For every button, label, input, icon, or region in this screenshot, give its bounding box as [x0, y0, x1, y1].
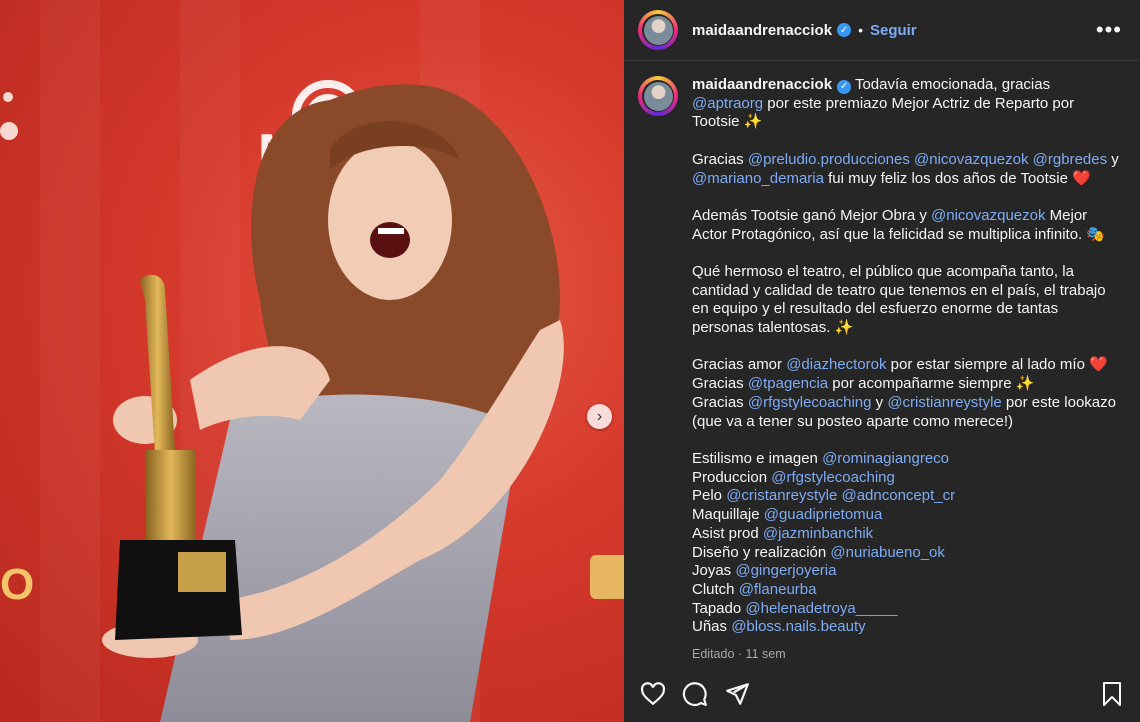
bookmark-icon[interactable]: [1100, 681, 1124, 707]
edited-label: Editado: [692, 647, 735, 662]
mention-link[interactable]: @rfgstylecoaching: [748, 394, 872, 411]
photo-subject: [102, 84, 564, 722]
avatar[interactable]: [638, 10, 678, 50]
caption-paragraph: Además Tootsie ganó Mejor Obra y @nicova…: [692, 207, 1122, 244]
separator-dot: •: [858, 22, 863, 38]
post-header: maidaandrenacciok ✓ • Seguir •••: [624, 0, 1140, 61]
caption-segment: Maquillaje: [692, 506, 764, 524]
mention-link[interactable]: @flaneurba: [739, 581, 817, 598]
mention-link[interactable]: @bloss.nails.beauty: [731, 618, 865, 635]
avatar-ring-inner: [642, 14, 674, 46]
mention-link[interactable]: @helenadetroya_____: [745, 600, 897, 617]
follow-button[interactable]: Seguir: [870, 22, 917, 39]
caption-segment: Asist prod: [692, 524, 763, 542]
mention-link[interactable]: @rgbredes: [1033, 151, 1107, 168]
caption-segment: Gracias amor: [692, 356, 787, 374]
caption-segment: Diseño y realización: [692, 543, 831, 561]
instagram-post: Ma O: [0, 0, 1140, 722]
avatar-image: [643, 15, 673, 45]
caption-text: maidaandrenacciok ✓ Todavía emocionada, g…: [692, 76, 1122, 664]
mention-link[interactable]: @nuriabueno_ok: [830, 544, 944, 561]
caption-row: maidaandrenacciok ✓ Todavía emocionada, g…: [638, 76, 1126, 664]
caption-section: maidaandrenacciok ✓ Todavía emocionada, g…: [638, 76, 1126, 664]
avatar-ring-inner: [642, 80, 674, 112]
comment-icon[interactable]: [682, 681, 708, 707]
caption-segment: Qué hermoso el teatro, el público que ac…: [692, 262, 1106, 337]
caption-segment: Uñas: [692, 618, 732, 636]
caption-body: maidaandrenacciok ✓ Todavía emocionada, g…: [692, 76, 1122, 637]
mention-link[interactable]: @cristianreystyle: [887, 394, 1001, 411]
caption-paragraph: maidaandrenacciok ✓ Todavía emocionada, g…: [692, 76, 1122, 132]
mention-link[interactable]: @aptraorg: [692, 95, 763, 112]
mention-link[interactable]: @cristanreystyle: [726, 487, 837, 504]
mention-link[interactable]: @mariano_demaria: [692, 170, 824, 187]
mention-link[interactable]: @rfgstylecoaching: [771, 469, 895, 486]
mention-link[interactable]: @nicovazquezok: [914, 151, 1028, 168]
post-meta: Editado · 11 sem: [692, 645, 1122, 664]
caption-segment: fui muy feliz los dos años de Tootsie ❤️: [823, 169, 1091, 187]
caption-segment: y: [871, 393, 888, 411]
post-time[interactable]: 11 sem: [746, 647, 786, 661]
mention-link[interactable]: @preludio.producciones: [748, 151, 910, 168]
verified-badge-icon: ✓: [837, 80, 852, 95]
caption-segment: Clutch: [692, 580, 739, 598]
caption-segment: Estilismo e imagen: [692, 449, 823, 467]
meta-separator: ·: [737, 647, 743, 662]
caption-segment: Gracias: [692, 393, 748, 411]
caption-segment: Gracias: [692, 150, 748, 168]
mention-link[interactable]: @jazminbanchik: [763, 525, 873, 542]
heart-icon[interactable]: [640, 681, 666, 707]
mention-link[interactable]: @tpagencia: [748, 375, 828, 392]
caption-username[interactable]: maidaandrenacciok: [692, 76, 832, 93]
mention-link[interactable]: @adnconcept_cr: [841, 487, 955, 504]
caption-segment: y: [1107, 150, 1119, 168]
caption-avatar[interactable]: [638, 76, 678, 116]
mention-link[interactable]: @gingerjoyeria: [735, 562, 836, 579]
mention-link[interactable]: @diazhectorok: [786, 356, 886, 373]
caption-paragraph: Gracias amor @diazhectorok por estar sie…: [692, 356, 1122, 431]
caption-segment: Tapado: [692, 599, 746, 617]
mention-link[interactable]: @rominagiangreco: [822, 450, 949, 467]
mention-link[interactable]: @nicovazquezok: [931, 207, 1045, 224]
caption-segment: Joyas: [692, 562, 736, 580]
caption-segment: Produccion: [692, 468, 772, 486]
caption-segment: Además Tootsie ganó Mejor Obra y: [692, 206, 932, 224]
mention-link[interactable]: @guadiprietomua: [764, 506, 883, 523]
share-icon[interactable]: [724, 681, 750, 707]
header-username[interactable]: maidaandrenacciok: [692, 22, 832, 39]
caption-paragraph: Qué hermoso el teatro, el público que ac…: [692, 263, 1122, 338]
post-details-panel: maidaandrenacciok ✓ • Seguir ••• maidaan…: [624, 0, 1140, 722]
caption-segment: por acompañarme siempre ✨: [828, 375, 1035, 393]
caption-paragraph: Estilismo e imagen @rominagiangreco Produ…: [692, 450, 1122, 637]
post-photo[interactable]: Ma O: [0, 0, 624, 722]
caption-segment: Todavía emocionada, gracias: [854, 76, 1051, 93]
verified-badge-icon: ✓: [837, 23, 852, 37]
avatar-image: [643, 81, 673, 111]
more-options-icon[interactable]: •••: [1096, 17, 1122, 43]
caption-segment: Gracias: [692, 375, 748, 393]
caption-segment: Pelo: [692, 487, 727, 505]
next-photo-button[interactable]: ›: [587, 404, 612, 429]
action-bar: [640, 676, 1124, 712]
caption-paragraph: Gracias @preludio.producciones @nicovazq…: [692, 151, 1122, 188]
caption-segment: por estar siempre al lado mío ❤️: [886, 356, 1108, 374]
